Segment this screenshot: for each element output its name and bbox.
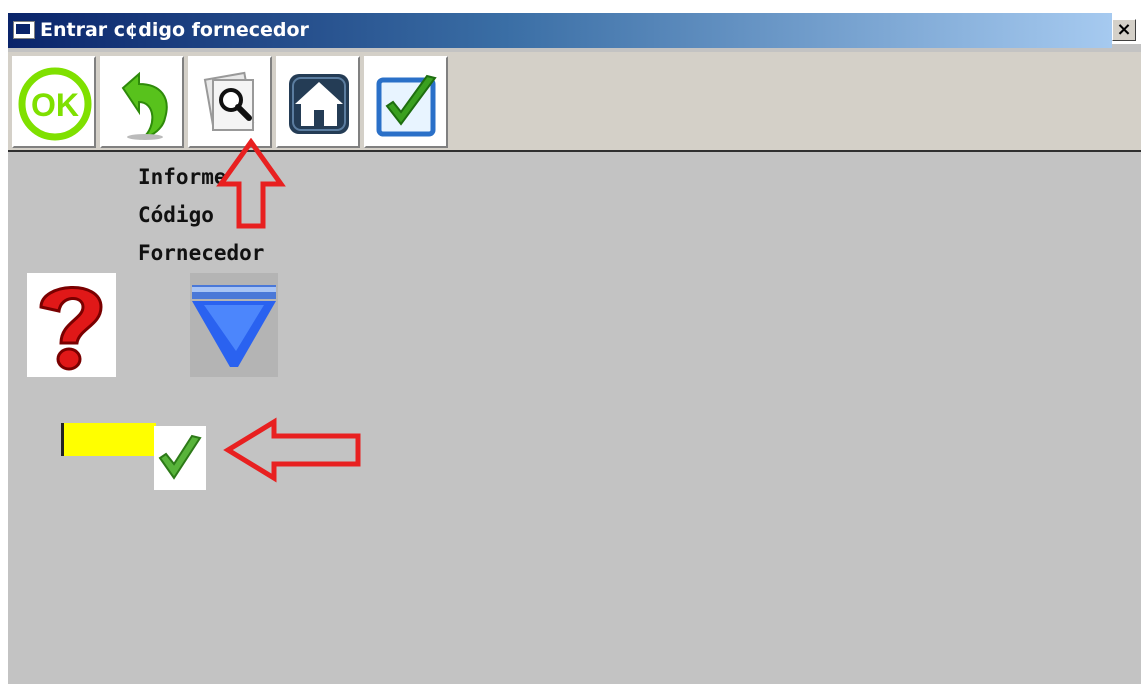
search-button[interactable] <box>188 56 272 148</box>
check-box-icon <box>376 74 437 137</box>
home-button[interactable] <box>276 56 360 148</box>
prompt-line-2: Código <box>138 203 214 227</box>
window-title: Entrar c¢digo fornecedor <box>40 19 309 41</box>
annotation-arrow-left <box>223 417 361 483</box>
ok-icon: OK <box>18 67 92 141</box>
home-icon <box>289 74 349 134</box>
supplier-code-input[interactable] <box>61 423 156 456</box>
window-titlebar: Entrar c¢digo fornecedor × <box>0 0 1141 48</box>
prompt-line-1: Informe <box>138 165 227 189</box>
input-confirm-button[interactable] <box>154 426 206 490</box>
question-mark-icon <box>39 286 103 371</box>
window-left-border <box>0 44 8 684</box>
chevron-down-icon <box>192 285 276 367</box>
back-button[interactable] <box>100 56 184 148</box>
confirm-button[interactable] <box>364 56 448 148</box>
ok-button[interactable]: OK <box>12 56 96 148</box>
undo-arrow-icon <box>121 71 168 140</box>
help-button[interactable] <box>27 273 116 377</box>
annotation-arrow-up <box>216 138 286 229</box>
close-button[interactable]: × <box>1112 19 1136 41</box>
app-window-icon <box>13 21 35 39</box>
check-icon <box>158 434 202 480</box>
prompt-line-3: Fornecedor <box>138 241 265 265</box>
ok-icon-label: OK <box>31 87 79 123</box>
search-icon <box>203 71 255 131</box>
toolbar: OK <box>8 52 1141 152</box>
dropdown-button[interactable] <box>190 273 278 377</box>
